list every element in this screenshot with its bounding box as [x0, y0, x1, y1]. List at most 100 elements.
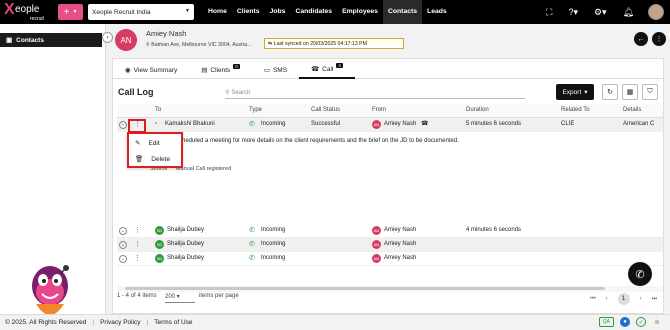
- tenant-select[interactable]: Xeople Recruit India ▼: [88, 4, 194, 20]
- scroll-thumb[interactable]: [125, 287, 605, 290]
- wifi-icon: ≋: [654, 319, 660, 326]
- nav-leads[interactable]: Leads: [422, 0, 452, 24]
- call-log-panel: ◉ View Summary ▤ Clients 0 ▭ SMS ☎ Call 4 Call…: [112, 58, 664, 314]
- main-nav: Home Clients Jobs Candidates Employees C…: [203, 0, 452, 24]
- incoming-call-icon: ✆: [249, 227, 255, 234]
- location-pin-icon: ⚲: [146, 42, 150, 48]
- dialer-fab-button[interactable]: ✆: [628, 262, 652, 286]
- table-row[interactable]: ⌄ ⋮ SD Shailja Dubey ✆ Incoming AN Amiey…: [117, 238, 663, 252]
- next-page-icon[interactable]: ›: [640, 296, 642, 302]
- first-page-icon[interactable]: ⏮: [590, 296, 595, 303]
- user-icon[interactable]: ●: [620, 317, 630, 327]
- sidebar-collapse-button[interactable]: ‹: [102, 32, 113, 43]
- per-page-label: items per page: [199, 293, 239, 299]
- top-navbar: X eople recruit + ▼ Xeople Recruit India …: [0, 0, 670, 24]
- tab-sms[interactable]: ▭ SMS: [252, 61, 299, 79]
- col-duration[interactable]: Duration: [466, 107, 489, 113]
- tab-clients[interactable]: ▤ Clients 0: [189, 61, 252, 79]
- current-page[interactable]: 1: [617, 293, 630, 305]
- nav-candidates[interactable]: Candidates: [290, 0, 337, 24]
- expand-row-icon[interactable]: ⌄: [119, 241, 127, 249]
- calendar-button[interactable]: ▦: [622, 84, 638, 100]
- filter-button[interactable]: ⛉: [642, 84, 658, 100]
- col-details[interactable]: Details: [623, 107, 641, 113]
- menu-item-edit[interactable]: ✎ Edit: [129, 136, 181, 150]
- contact-name: Amiey Nash: [146, 29, 187, 38]
- last-page-icon[interactable]: ⏭: [652, 296, 657, 303]
- trash-icon: 🗑︎: [135, 156, 144, 163]
- table-row[interactable]: ⌄ ⋮ SD Shailja Dubey ✆ Incoming AN Amiey…: [117, 224, 663, 238]
- col-related-to[interactable]: Related To: [561, 107, 590, 113]
- phone-icon: ☎: [311, 66, 320, 73]
- col-call-status[interactable]: Call Status: [311, 107, 340, 113]
- settings-icon[interactable]: ⚙▾: [594, 7, 607, 18]
- xeople-logo[interactable]: X eople recruit: [4, 1, 52, 22]
- eye-icon: ◉: [125, 67, 131, 74]
- refresh-button[interactable]: ↻: [602, 84, 618, 100]
- phone-icon: ✆: [635, 268, 645, 281]
- contact-card-icon: ▣: [6, 37, 13, 44]
- incoming-call-icon: ✆: [249, 241, 255, 248]
- nav-home[interactable]: Home: [203, 0, 232, 24]
- check-icon[interactable]: ✓: [636, 317, 646, 327]
- nav-contacts[interactable]: Contacts: [382, 0, 423, 24]
- quick-add-button[interactable]: + ▼: [58, 4, 83, 20]
- nav-clients[interactable]: Clients: [232, 0, 265, 24]
- bell-icon[interactable]: 🔔︎: [623, 7, 634, 18]
- user-avatar[interactable]: [648, 4, 664, 20]
- chevron-down-icon: ▼: [72, 9, 78, 15]
- row-menu-icon[interactable]: ⋮: [134, 240, 141, 248]
- table-row[interactable]: − ⋮ ▫ Kamakshi Bhakuni ✆ Incoming Succes…: [117, 118, 663, 132]
- call-log-grid: To Type Call Status From Duration Relate…: [117, 104, 663, 286]
- row-menu-icon[interactable]: ⋮: [134, 226, 141, 234]
- tab-view-summary[interactable]: ◉ View Summary: [113, 61, 189, 79]
- incoming-call-icon: ✆: [249, 121, 255, 128]
- row-context-menu: ✎ Edit 🗑︎ Delete: [127, 132, 183, 168]
- pager-range: 1 - 4 of 4 items: [117, 293, 157, 299]
- highlighted-row-menu: [128, 119, 146, 133]
- calendar-icon: ▦: [626, 89, 634, 96]
- contact-address: ⚲ Batman Ave, Melbourne VIC 3004, Austra…: [146, 42, 252, 48]
- tab-bar: ◉ View Summary ▤ Clients 0 ▭ SMS ☎ Call 4: [113, 61, 663, 79]
- tab-call[interactable]: ☎ Call 4: [299, 61, 355, 79]
- search-icon: ⚲: [225, 90, 230, 96]
- col-to[interactable]: To: [155, 107, 161, 113]
- search-input[interactable]: ⚲ Search: [225, 87, 525, 99]
- privacy-link[interactable]: Privacy Policy: [100, 319, 140, 326]
- contact-header: AN Amiey Nash ⚲ Batman Ave, Melbourne VI…: [106, 24, 670, 59]
- phone-icon: ☎: [421, 121, 429, 127]
- terms-link[interactable]: Terms of Use: [154, 319, 192, 326]
- nav-jobs[interactable]: Jobs: [265, 0, 291, 24]
- sync-status: ⇆ Last synced on 20/03/2025 04:17:13 PM: [264, 38, 404, 49]
- pencil-icon: ✎: [135, 140, 141, 147]
- export-button[interactable]: Export ▾: [556, 84, 594, 100]
- nav-employees[interactable]: Employees: [337, 0, 383, 24]
- col-type[interactable]: Type: [249, 107, 262, 113]
- fullscreen-icon[interactable]: ⛶: [546, 7, 552, 18]
- menu-item-delete[interactable]: 🗑︎ Delete: [129, 152, 181, 166]
- page-size-select[interactable]: 200 ▾: [165, 293, 195, 303]
- message-icon: ▭: [263, 67, 270, 74]
- help-icon[interactable]: ?▾: [568, 7, 578, 18]
- footer-icons: QA ● ✓ ≋: [598, 317, 662, 327]
- incoming-call-icon: ✆: [249, 255, 255, 262]
- qa-badge[interactable]: QA: [598, 317, 614, 327]
- expand-row-icon[interactable]: ⌄: [119, 255, 127, 263]
- back-button[interactable]: ←: [634, 32, 648, 46]
- call-detail-source: Manual Call registered: [176, 166, 232, 172]
- expand-row-icon[interactable]: ⌄: [119, 227, 127, 235]
- prev-page-icon[interactable]: ‹: [606, 296, 608, 302]
- caret-down-icon: ▾: [584, 89, 588, 96]
- sidebar-item-contacts[interactable]: ▣ Contacts: [0, 33, 102, 47]
- more-button[interactable]: ⋮: [652, 32, 666, 46]
- plus-icon: +: [63, 6, 70, 18]
- collapse-row-icon[interactable]: −: [119, 121, 127, 129]
- table-row[interactable]: ⌄ ⋮ SD Shailja Dubey ✆ Incoming AN Amiey…: [117, 252, 663, 266]
- horizontal-scrollbar[interactable]: [117, 286, 663, 292]
- grid-pager: 1 - 4 of 4 items 200 ▾ items per page ⏮ …: [117, 293, 663, 307]
- caret-down-icon: ▼: [185, 8, 190, 14]
- top-icons: ⛶ ?▾ ⚙▾ 🔔︎: [530, 0, 670, 24]
- refresh-icon: ↻: [607, 89, 613, 96]
- row-menu-icon[interactable]: ⋮: [134, 254, 141, 262]
- col-from[interactable]: From: [372, 107, 386, 113]
